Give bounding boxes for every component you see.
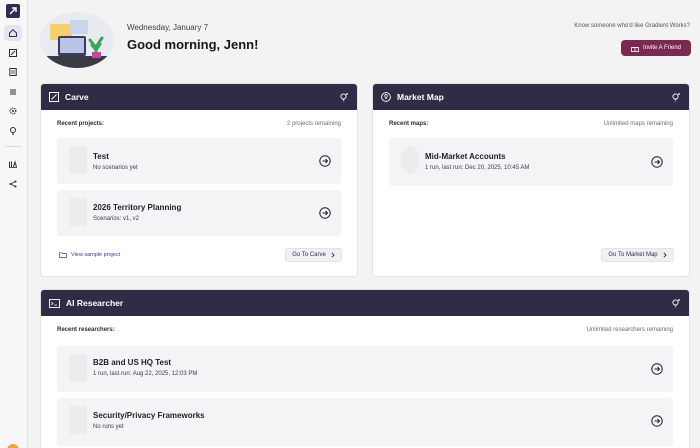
go-to-market-map-label: Go To Market Map	[608, 252, 658, 258]
document-icon	[69, 146, 87, 174]
carve-card-header: Carve	[41, 84, 357, 110]
researcher-subtitle: 1 run, last run: Aug 22, 2025, 12:03 PM	[93, 371, 198, 377]
edit-square-icon	[9, 49, 17, 57]
map-subtitle: 1 run, last run: Dec 20, 2025, 10:45 AM	[425, 165, 530, 171]
terminal-icon	[49, 298, 60, 308]
gift-icon	[631, 46, 639, 52]
project-item-territory[interactable]: 2026 Territory Planning Scenarios: v1, v…	[57, 190, 341, 236]
sidebar-item-documents[interactable]	[4, 64, 22, 80]
sidebar-item-settings[interactable]	[4, 103, 22, 119]
researcher-item-b2b[interactable]: B2B and US HQ Test 1 run, last run: Aug …	[57, 346, 673, 392]
carve-card: Carve Recent projects: 2 projects remain…	[40, 83, 358, 277]
sidebar-item-home[interactable]	[4, 25, 22, 41]
refer-text: Know someone who'd like Gradient Works?	[574, 23, 690, 29]
ai-researcher-section-label: Recent researchers:	[57, 327, 115, 333]
map-name: Mid-Market Accounts	[425, 152, 506, 161]
view-sample-project-label: View sample project	[71, 252, 121, 258]
header-illustration	[40, 12, 114, 68]
arrow-circle-right-icon[interactable]	[651, 156, 663, 168]
page-greeting: Good morning, Jenn!	[127, 37, 259, 52]
edit-square-icon	[49, 92, 59, 102]
arrow-logo-icon	[9, 7, 17, 15]
project-subtitle: Scenarios: v1, v2	[93, 216, 140, 222]
researcher-subtitle: No runs yet	[93, 424, 124, 430]
gear-icon	[9, 107, 17, 115]
arrow-circle-right-icon[interactable]	[319, 155, 331, 167]
invite-friend-button[interactable]: Invite A Friend	[621, 40, 691, 56]
current-date: Wednesday, January 7	[127, 23, 209, 32]
desk-illustration-icon	[40, 12, 114, 68]
ai-researcher-remaining: Unlimited researchers remaining	[586, 327, 673, 333]
project-name: Test	[93, 152, 109, 161]
home-icon	[9, 29, 17, 37]
lightbulb-sparkle-icon[interactable]	[671, 298, 681, 308]
map-pin-icon	[381, 92, 391, 102]
ai-researcher-title: AI Researcher	[66, 298, 124, 308]
terminal-icon	[69, 406, 87, 434]
project-subtitle: No scenarios yet	[93, 165, 138, 171]
project-name: 2026 Territory Planning	[93, 203, 182, 212]
carve-title: Carve	[65, 92, 89, 102]
map-pin-icon	[401, 146, 419, 174]
chevron-right-icon	[331, 252, 335, 258]
map-item-mid-market[interactable]: Mid-Market Accounts 1 run, last run: Dec…	[389, 138, 673, 186]
list-icon	[10, 89, 16, 95]
go-to-market-map-button[interactable]: Go To Market Map	[601, 248, 674, 262]
researcher-name: Security/Privacy Frameworks	[93, 411, 205, 420]
user-avatar[interactable]	[7, 444, 19, 448]
project-item-test[interactable]: Test No scenarios yet	[57, 138, 341, 184]
library-icon	[9, 160, 17, 168]
sidebar-item-library[interactable]	[4, 156, 22, 172]
app-logo[interactable]	[6, 4, 20, 18]
carve-remaining: 2 projects remaining	[286, 121, 341, 127]
view-sample-project-link[interactable]: View sample project	[59, 252, 120, 258]
lightbulb-sparkle-icon[interactable]	[671, 92, 681, 102]
sidebar	[0, 0, 28, 448]
document-icon	[9, 68, 17, 76]
share-icon	[9, 180, 17, 188]
sidebar-divider	[5, 146, 21, 147]
terminal-icon	[69, 354, 87, 382]
go-to-carve-label: Go To Carve	[292, 252, 326, 258]
market-map-title: Market Map	[397, 92, 444, 102]
market-map-card-header: Market Map	[373, 84, 689, 110]
lightbulb-icon	[10, 127, 16, 135]
sidebar-item-carve[interactable]	[4, 45, 22, 61]
arrow-circle-right-icon[interactable]	[651, 415, 663, 427]
researcher-name: B2B and US HQ Test	[93, 358, 172, 367]
sidebar-item-list[interactable]	[4, 84, 22, 100]
chevron-right-icon	[663, 252, 667, 258]
folder-icon	[59, 252, 67, 258]
researcher-item-security[interactable]: Security/Privacy Frameworks No runs yet	[57, 398, 673, 446]
invite-friend-label: Invite A Friend	[642, 45, 682, 51]
sidebar-item-ideas[interactable]	[4, 123, 22, 139]
market-map-section-label: Recent maps:	[389, 121, 429, 127]
sidebar-item-share[interactable]	[4, 176, 22, 192]
ai-researcher-card-header: AI Researcher	[41, 290, 689, 316]
ai-researcher-card: AI Researcher Recent researchers: Unlimi…	[40, 289, 690, 448]
arrow-circle-right-icon[interactable]	[319, 207, 331, 219]
document-icon	[69, 198, 87, 226]
lightbulb-sparkle-icon[interactable]	[339, 92, 349, 102]
market-map-remaining: Unlimited maps remaining	[603, 121, 673, 127]
go-to-carve-button[interactable]: Go To Carve	[285, 248, 342, 262]
arrow-circle-right-icon[interactable]	[651, 363, 663, 375]
carve-section-label: Recent projects:	[57, 121, 105, 127]
market-map-card: Market Map Recent maps: Unlimited maps r…	[372, 83, 690, 277]
